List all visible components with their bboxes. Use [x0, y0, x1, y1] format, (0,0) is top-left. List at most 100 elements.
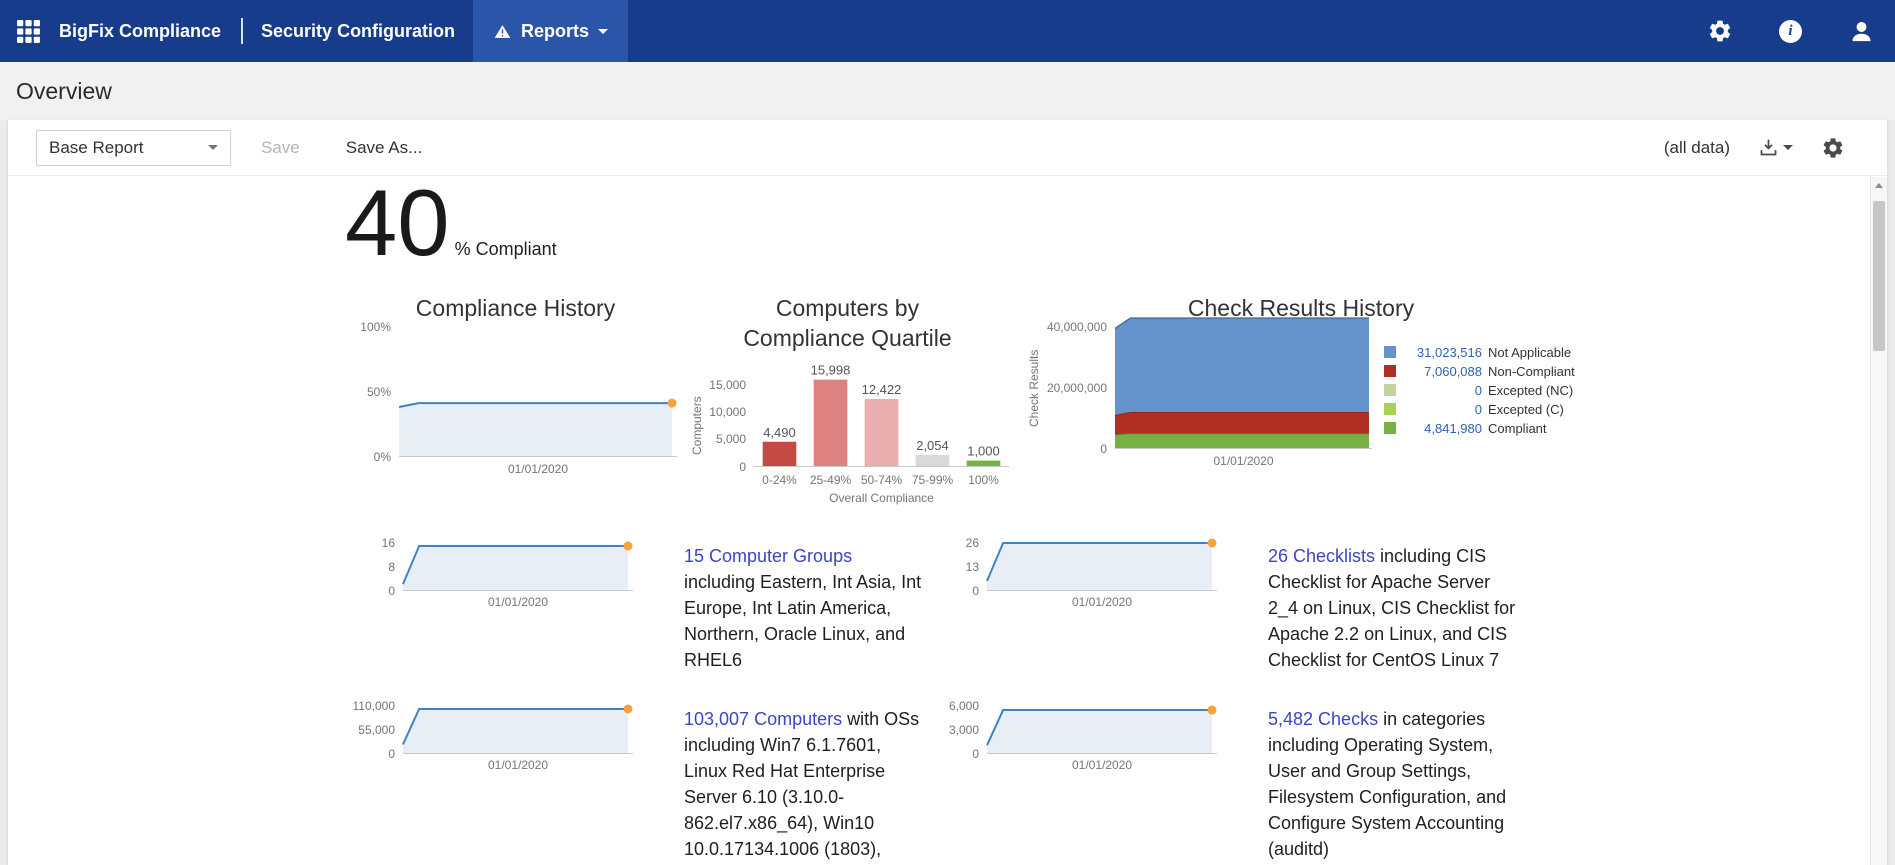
chevron-down-icon: [208, 145, 218, 150]
apps-grid-icon[interactable]: [0, 0, 43, 62]
legend-swatch: [1384, 384, 1396, 396]
computer-groups-link[interactable]: 15 Computer Groups: [684, 546, 852, 566]
svg-text:1,000: 1,000: [967, 443, 1000, 458]
toolbar-right: (all data): [1664, 136, 1887, 160]
y-axis: 100%50%0%: [354, 327, 399, 457]
settings-gear-icon[interactable]: [1707, 18, 1733, 44]
user-profile-icon[interactable]: [1848, 18, 1875, 45]
compliance-percent-suffix: % Compliant: [455, 239, 557, 260]
checklists-history-chart: 26130 01/01/2020: [923, 543, 1217, 673]
report-select-value: Base Report: [49, 138, 144, 158]
y-axis-title: Check Results: [1023, 327, 1045, 449]
x-tick-label: 01/01/2020: [403, 758, 633, 772]
y-tick-label: 26: [966, 535, 979, 551]
legend-row: 4,841,980 Compliant: [1384, 419, 1579, 438]
computers-history-chart: 110,00055,0000 01/01/2020: [339, 706, 633, 865]
x-category-label: 0-24%: [754, 473, 805, 487]
legend-label: Non-Compliant: [1488, 364, 1575, 379]
y-axis-title: Computers: [686, 385, 708, 467]
scroll-up-arrow[interactable]: [1871, 177, 1887, 194]
legend-label: Not Applicable: [1488, 345, 1571, 360]
data-scope-label: (all data): [1664, 138, 1730, 158]
checks-stat: 5,482 Checks in categories including Ope…: [1217, 706, 1519, 865]
chart-title: Computers by Compliance Quartile: [713, 293, 983, 353]
y-axis: 1680: [339, 543, 403, 591]
summary-grid: 1680 01/01/2020 15 Computer Groups inclu…: [8, 543, 1887, 865]
legend-value-link[interactable]: 0: [1402, 402, 1482, 417]
report-body: 40 % Compliant Compliance History 100%50…: [8, 174, 1887, 865]
legend-row: 0 Excepted (NC): [1384, 381, 1579, 400]
y-tick-label: 55,000: [358, 722, 395, 738]
legend-swatch: [1384, 346, 1396, 358]
checks-history-plot[interactable]: [987, 706, 1217, 754]
legend-row: 7,060,088 Non-Compliant: [1384, 362, 1579, 381]
info-icon[interactable]: i: [1779, 20, 1802, 43]
y-axis: 26130: [923, 543, 987, 591]
compliance-history-chart: Compliance History 100%50%0% 01/01/2020: [354, 293, 677, 476]
y-tick-label: 10,000: [709, 404, 746, 420]
reports-label: Reports: [521, 21, 589, 42]
report-settings-gear-icon[interactable]: [1821, 136, 1845, 160]
x-axis-title: Overall Compliance: [754, 491, 1009, 505]
chevron-down-icon: [598, 29, 608, 34]
quartile-bar-plot[interactable]: 4,49015,99812,4222,0541,000: [754, 385, 1009, 467]
nav-divider: [241, 18, 243, 44]
checks-link[interactable]: 5,482 Checks: [1268, 709, 1378, 729]
checklists-stat: 26 Checklists including CIS Checklist fo…: [1217, 543, 1519, 673]
svg-text:15,998: 15,998: [811, 362, 851, 377]
legend-row: 0 Excepted (C): [1384, 400, 1579, 419]
legend-label: Excepted (NC): [1488, 383, 1573, 398]
computers-link[interactable]: 103,007 Computers: [684, 709, 842, 729]
y-tick-label: 20,000,000: [1047, 380, 1107, 396]
legend-swatch: [1384, 422, 1396, 434]
y-tick-label: 15,000: [709, 377, 746, 393]
y-tick-label: 0: [388, 583, 395, 599]
compliance-history-plot[interactable]: [399, 327, 677, 457]
computer-groups-history-chart: 1680 01/01/2020: [339, 543, 633, 673]
legend-label: Compliant: [1488, 421, 1547, 436]
scrollbar-thumb[interactable]: [1873, 201, 1885, 351]
check-results-plot[interactable]: [1115, 327, 1372, 449]
vertical-scrollbar[interactable]: [1870, 177, 1887, 865]
legend-label: Excepted (C): [1488, 402, 1564, 417]
nav-section-title[interactable]: Security Configuration: [261, 21, 455, 42]
checks-history-chart: 6,0003,0000 01/01/2020: [923, 706, 1217, 865]
computers-history-plot[interactable]: [403, 706, 633, 754]
brand-title: BigFix Compliance: [59, 21, 221, 42]
y-tick-label: 50%: [367, 384, 391, 400]
checklists-link[interactable]: 26 Checklists: [1268, 546, 1375, 566]
nav-reports-menu[interactable]: Reports: [473, 0, 628, 62]
computer-groups-history-plot[interactable]: [403, 543, 633, 591]
computers-stat: 103,007 Computers with OSs including Win…: [633, 706, 923, 865]
y-tick-label: 0: [972, 746, 979, 762]
report-select[interactable]: Base Report: [36, 130, 231, 166]
legend-value-link[interactable]: 4,841,980: [1402, 421, 1482, 436]
compliance-quartile-chart: Computers by Compliance Quartile Compute…: [686, 293, 1009, 505]
charts-row: Compliance History 100%50%0% 01/01/2020 …: [8, 293, 1887, 505]
y-tick-label: 16: [382, 535, 395, 551]
export-icon[interactable]: [1758, 137, 1793, 158]
x-tick-label: 01/01/2020: [403, 595, 633, 609]
checklists-history-plot[interactable]: [987, 543, 1217, 591]
top-navbar: BigFix Compliance Security Configuration…: [0, 0, 1895, 62]
x-category-label: 100%: [958, 473, 1009, 487]
x-tick-label: 01/01/2020: [1115, 454, 1372, 468]
x-category-label: 75-99%: [907, 473, 958, 487]
legend-value-link[interactable]: 7,060,088: [1402, 364, 1482, 379]
page-title: Overview: [16, 78, 112, 105]
save-button[interactable]: Save: [261, 138, 300, 158]
legend-value-link[interactable]: 31,023,516: [1402, 345, 1482, 360]
save-as-button[interactable]: Save As...: [346, 138, 423, 158]
stat-rest: with OSs including Win7 6.1.7601, Linux …: [684, 709, 919, 865]
x-category-label: 50-74%: [856, 473, 907, 487]
info-icon-glyph: i: [1779, 20, 1802, 43]
page-title-bar: Overview: [0, 62, 1895, 120]
y-tick-label: 0: [739, 459, 746, 475]
navbar-left: BigFix Compliance Security Configuration…: [0, 0, 628, 62]
x-category-label: 25-49%: [805, 473, 856, 487]
y-axis: 40,000,00020,000,0000: [1045, 327, 1115, 449]
compliance-percent-value: 40: [345, 174, 450, 273]
y-axis: 15,00010,0005,0000: [708, 385, 754, 467]
legend-value-link[interactable]: 0: [1402, 383, 1482, 398]
legend-row: 31,023,516 Not Applicable: [1384, 343, 1579, 362]
